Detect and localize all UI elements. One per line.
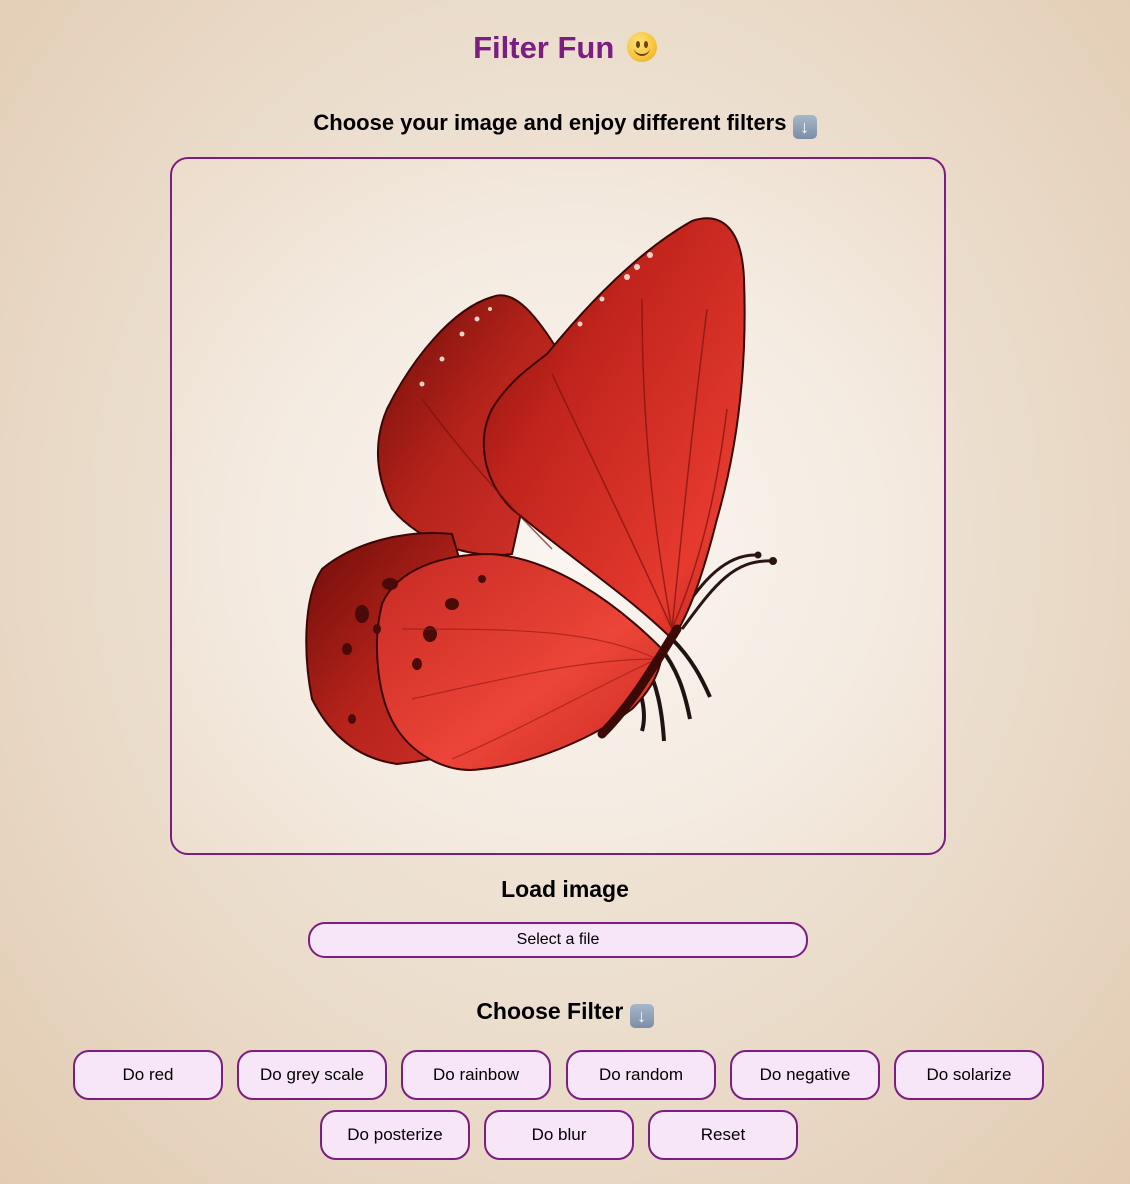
page-title-text: Filter Fun [473, 30, 615, 65]
choose-filter-heading-text: Choose Filter [476, 998, 624, 1024]
do-posterize-button[interactable]: Do posterize [320, 1110, 470, 1160]
page-subtitle: Choose your image and enjoy different fi… [0, 110, 1130, 139]
butterfly-image [305, 217, 777, 771]
do-grey-scale-button[interactable]: Do grey scale [237, 1050, 387, 1100]
load-image-heading: Load image [0, 876, 1130, 903]
down-arrow-icon: ↓ [629, 1004, 654, 1028]
do-random-button[interactable]: Do random [566, 1050, 716, 1100]
reset-button[interactable]: Reset [648, 1110, 798, 1160]
do-negative-button[interactable]: Do negative [730, 1050, 880, 1100]
image-canvas [170, 157, 946, 855]
page-subtitle-text: Choose your image and enjoy different fi… [313, 110, 787, 135]
do-blur-button[interactable]: Do blur [484, 1110, 634, 1160]
smiley-face-icon [626, 32, 657, 62]
do-red-button[interactable]: Do red [73, 1050, 223, 1100]
choose-filter-heading: Choose Filter ↓ [0, 998, 1130, 1028]
do-solarize-button[interactable]: Do solarize [894, 1050, 1044, 1100]
down-arrow-icon: ↓ [792, 115, 817, 139]
load-image-heading-text: Load image [501, 876, 629, 902]
select-file-button[interactable]: Select a file [308, 922, 808, 958]
page-title: Filter Fun [0, 30, 1130, 66]
do-rainbow-button[interactable]: Do rainbow [401, 1050, 551, 1100]
